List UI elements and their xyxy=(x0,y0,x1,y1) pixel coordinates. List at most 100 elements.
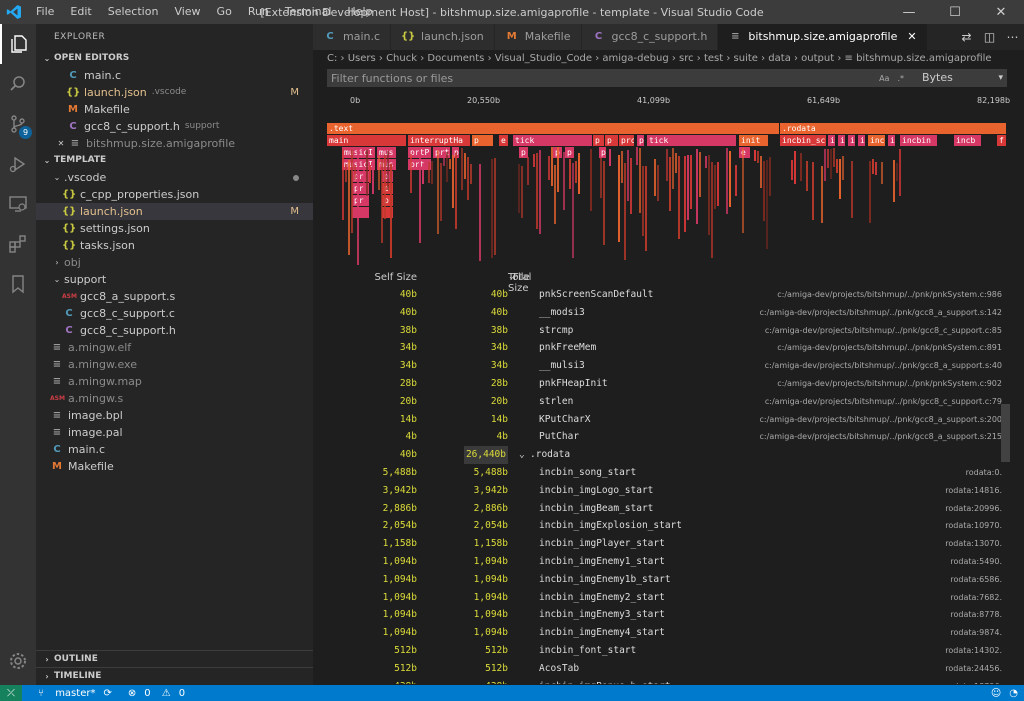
flame-stack-bar[interactable] xyxy=(800,153,802,181)
flame-block[interactable]: incbin xyxy=(900,135,937,146)
tab-main-c[interactable]: Cmain.c xyxy=(313,24,392,50)
flame-stack-bar[interactable] xyxy=(893,160,895,202)
flame-stack-bar[interactable] xyxy=(372,159,374,194)
extensions-icon[interactable] xyxy=(0,224,36,264)
flame-stack-bar[interactable] xyxy=(533,154,535,167)
flame-stack-bar[interactable] xyxy=(899,149,901,196)
flame-stack-bar[interactable] xyxy=(419,147,421,243)
breadcrumb[interactable]: C: › Users › Chuck › Documents › Visual_… xyxy=(313,50,1024,68)
table-row[interactable]: 40b 40b pnkScreenScanDefault c:/amiga-dev/p… xyxy=(327,286,1007,304)
flame-stack-bar[interactable] xyxy=(624,163,626,260)
tab-makefile[interactable]: M Makefile xyxy=(494,24,582,50)
table-row[interactable]: 1,094b 1,094b incbin_imgEnemy1b_start rodat… xyxy=(327,571,1007,589)
flame-stack-bar[interactable] xyxy=(842,156,844,180)
table-row[interactable]: 38b 38b strcmp c:/amiga-dev/projects/bitshm… xyxy=(327,322,1007,340)
flame-stack-bar[interactable] xyxy=(757,151,759,163)
flame-block[interactable]: .rodata xyxy=(780,123,1006,134)
file-item[interactable]: {} settings.json xyxy=(36,220,313,237)
flame-stack-bar[interactable] xyxy=(618,155,620,242)
flame-stack-bar[interactable] xyxy=(539,150,541,234)
flame-stack-bar[interactable] xyxy=(479,164,481,261)
tab-gcc8-c-support-h[interactable]: Cgcc8_c_support.h xyxy=(581,24,719,50)
close-tab-icon[interactable]: ✕ xyxy=(907,24,916,50)
flame-stack-bar[interactable] xyxy=(521,166,523,218)
menu-help[interactable]: Help xyxy=(339,0,380,24)
flame-stack-bar[interactable] xyxy=(621,151,623,183)
flame-stack-bar[interactable] xyxy=(467,157,469,200)
flame-graph[interactable]: .text .rodata main interruptHa p e tick p p prc p t… xyxy=(327,121,1007,266)
file-item[interactable]: ≡ a.mingw.elf xyxy=(36,339,313,356)
folder-item[interactable]: ⌄ .vscode xyxy=(36,169,313,186)
flame-block[interactable]: inc xyxy=(868,135,885,146)
flame-stack-bar[interactable] xyxy=(461,148,463,190)
flame-block[interactable]: e xyxy=(499,135,508,146)
table-row[interactable]: 1,094b 1,094b incbin_imgEnemy2_start rodata… xyxy=(327,589,1007,607)
tab-bitshmup-size-amigaprofile[interactable]: ≡ bitshmup.size.amigaprofile ✕ xyxy=(718,24,928,50)
flame-stack-bar[interactable] xyxy=(428,162,430,183)
flame-stack-bar[interactable] xyxy=(836,159,838,173)
location-link[interactable]: rodata:24456. xyxy=(945,660,1002,678)
location-link[interactable]: c:/amiga-dev/projects/bitshmup/../pnk/gc… xyxy=(760,428,1002,446)
bookmark-icon[interactable] xyxy=(0,264,36,304)
table-row[interactable]: 28b 28b pnkFHeapInit c:/amiga-dev/projects/… xyxy=(327,375,1007,393)
location-link[interactable]: rodata:10970. xyxy=(945,517,1002,535)
location-link[interactable]: c:/amiga-dev/projects/bitshmup/../pnk/gc… xyxy=(760,304,1002,322)
open-editors-header[interactable]: ⌄ OPEN EDITORS xyxy=(36,50,313,67)
flame-stack-bar[interactable] xyxy=(708,155,710,235)
flame-block[interactable]: i xyxy=(838,135,845,146)
flame-stack-bar[interactable] xyxy=(569,159,571,189)
explorer-icon[interactable] xyxy=(0,24,36,64)
flame-block[interactable]: i xyxy=(848,135,855,146)
flame-block[interactable]: i xyxy=(888,135,895,146)
flame-stack-bar[interactable] xyxy=(518,164,520,213)
flame-stack-bar[interactable] xyxy=(830,149,832,179)
flame-stack-bar[interactable] xyxy=(687,155,689,220)
table-row[interactable]: 34b 34b __mulsi3 c:/amiga-dev/projects/bits… xyxy=(327,357,1007,375)
flame-stack-bar[interactable] xyxy=(390,164,392,258)
file-item[interactable]: M Makefile xyxy=(36,458,313,475)
flame-stack-bar[interactable] xyxy=(690,155,692,209)
flame-stack-bar[interactable] xyxy=(726,148,728,214)
file-item[interactable]: {} launch.json M xyxy=(36,203,313,220)
location-link[interactable]: rodata:20996. xyxy=(945,500,1002,518)
table-row[interactable]: 40b 40b __modsi3 c:/amiga-dev/projects/bits… xyxy=(327,304,1007,322)
flame-stack-bar[interactable] xyxy=(735,165,737,196)
flame-stack-bar[interactable] xyxy=(794,151,796,184)
flame-block[interactable]: i xyxy=(828,135,835,146)
flame-stack-bar[interactable] xyxy=(729,151,731,207)
flame-stack-bar[interactable] xyxy=(527,157,529,185)
flame-stack-bar[interactable] xyxy=(791,160,793,180)
flame-stack-bar[interactable] xyxy=(572,163,574,258)
flame-stack-bar[interactable] xyxy=(869,161,871,223)
problems-indicator[interactable]: ⊗ 0 ⚠ 0 xyxy=(120,688,185,699)
flame-stack-bar[interactable] xyxy=(446,152,448,182)
flame-stack-bar[interactable] xyxy=(872,159,874,174)
flame-block[interactable]: p xyxy=(593,135,604,146)
location-link[interactable]: rodata:6586. xyxy=(950,571,1002,589)
search-icon[interactable] xyxy=(0,64,36,104)
file-item[interactable]: ≡ image.bpl xyxy=(36,407,313,424)
flame-stack-bar[interactable] xyxy=(437,150,439,234)
sync-icon[interactable]: ⟳ xyxy=(103,688,111,699)
flame-stack-bar[interactable] xyxy=(627,150,629,201)
flame-stack-bar[interactable] xyxy=(345,164,347,182)
flame-stack-bar[interactable] xyxy=(672,148,674,189)
remote-explorer-icon[interactable] xyxy=(0,184,36,224)
flame-stack-bar[interactable] xyxy=(455,153,457,229)
menu-go[interactable]: Go xyxy=(209,0,240,24)
table-row[interactable]: 5,488b 5,488b incbin_song_start rodata:0. xyxy=(327,464,1007,482)
source-control-icon[interactable]: 9 xyxy=(0,104,36,144)
flame-stack-bar[interactable] xyxy=(609,149,611,166)
file-item[interactable]: {} tasks.json xyxy=(36,237,313,254)
flame-stack-bar[interactable] xyxy=(410,154,412,193)
flame-stack-bar[interactable] xyxy=(440,163,442,221)
flame-stack-bar[interactable] xyxy=(491,159,493,258)
notifications-icon[interactable]: ◔ xyxy=(1009,688,1018,699)
flame-stack-bar[interactable] xyxy=(654,159,656,196)
unit-select[interactable]: Bytes xyxy=(912,69,1007,87)
flame-block[interactable]: p xyxy=(637,135,644,146)
flame-stack-bar[interactable] xyxy=(896,163,898,181)
flame-stack-bar[interactable] xyxy=(806,161,808,191)
flame-stack-bar[interactable] xyxy=(387,151,389,190)
table-row[interactable]: 20b 20b strlen c:/amiga-dev/projects/bitshm… xyxy=(327,393,1007,411)
